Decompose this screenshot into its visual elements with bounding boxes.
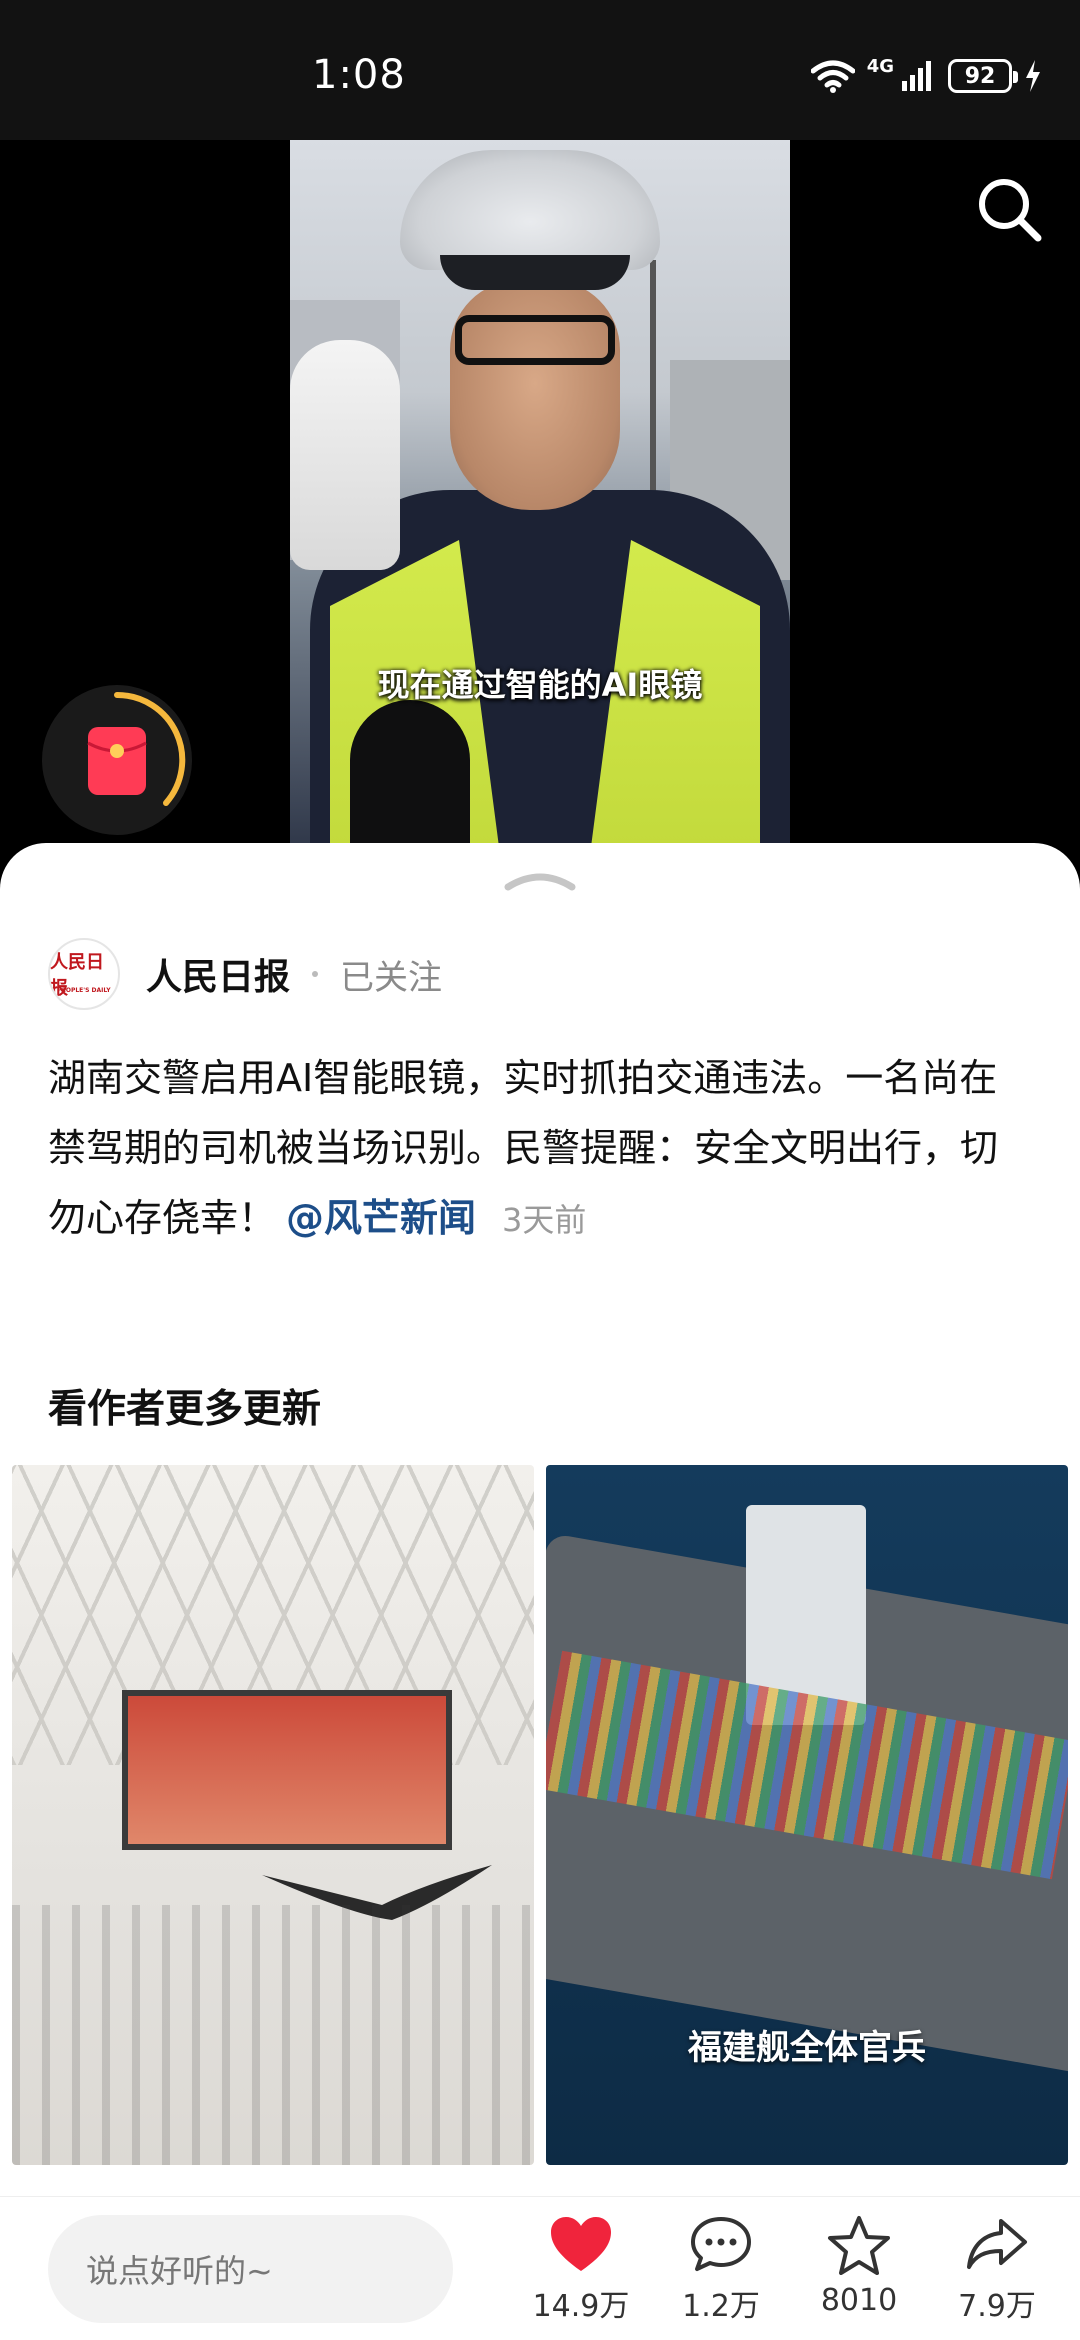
comment-button[interactable]: 1.2万 xyxy=(666,2215,776,2325)
favorite-count: 8010 xyxy=(820,2283,898,2318)
search-button[interactable] xyxy=(970,170,1050,250)
detail-sheet: 人民日报 PEOPLE'S DAILY 人民日报 已关注 湖南交警启用AI智能眼… xyxy=(0,843,1080,2340)
microphone xyxy=(350,700,470,860)
more-item-card[interactable] xyxy=(12,1465,534,2165)
status-bar: 1:08 4G 92 xyxy=(0,0,1080,140)
favorite-button[interactable]: 8010 xyxy=(804,2215,914,2318)
charging-icon xyxy=(1026,60,1040,92)
video-player[interactable]: 现在通过智能的AI眼镜 xyxy=(0,140,1080,860)
red-packet-icon xyxy=(87,691,186,806)
search-icon xyxy=(979,179,1042,242)
chevron-up-icon xyxy=(504,873,576,891)
battery-indicator: 92 xyxy=(948,59,1018,93)
signal-icon xyxy=(902,61,931,91)
battery-level: 92 xyxy=(964,63,996,89)
more-item-caption: 福建舰全体官兵 xyxy=(688,2028,926,2068)
wifi-icon xyxy=(810,60,855,93)
comment-input[interactable]: 说点好听的~ xyxy=(48,2215,453,2323)
officer-cap-visor xyxy=(440,255,630,290)
red-packet-button[interactable] xyxy=(42,685,192,835)
crowd-illustration xyxy=(12,1905,534,2165)
status-icons: 4G 92 xyxy=(810,55,1042,96)
star-icon xyxy=(828,2216,890,2275)
video-frame[interactable]: 现在通过智能的AI眼镜 xyxy=(290,140,790,860)
heart-icon xyxy=(551,2217,611,2271)
like-button[interactable]: 14.9万 xyxy=(526,2215,636,2325)
share-count: 7.9万 xyxy=(958,2289,1036,2324)
comment-icon xyxy=(691,2217,751,2271)
more-item-card[interactable]: 福建舰全体官兵 xyxy=(546,1465,1068,2165)
officer-cap xyxy=(400,150,660,270)
avatar-logo-subtext: PEOPLE'S DAILY xyxy=(57,987,111,994)
officer-glasses xyxy=(455,315,615,365)
follow-status[interactable]: 已关注 xyxy=(340,950,442,999)
officer-glove xyxy=(290,340,400,570)
author-row: 人民日报 PEOPLE'S DAILY 人民日报 已关注 xyxy=(48,938,442,1010)
comment-placeholder: 说点好听的~ xyxy=(86,2252,273,2290)
status-time: 1:08 xyxy=(312,52,406,98)
network-type-label: 4G xyxy=(866,55,894,77)
author-avatar[interactable]: 人民日报 PEOPLE'S DAILY xyxy=(48,938,120,1010)
station-billboard-illustration xyxy=(122,1690,452,1850)
bottom-action-bar: 说点好听的~ 14.9万 1.2万 8010 7.9万 xyxy=(0,2196,1080,2340)
video-caption: 现在通过智能的AI眼镜 xyxy=(377,666,703,704)
share-button[interactable]: 7.9万 xyxy=(942,2215,1052,2325)
comment-count: 1.2万 xyxy=(682,2289,760,2324)
share-icon xyxy=(967,2219,1027,2269)
mention-link[interactable]: @风芒新闻 xyxy=(286,1196,476,1240)
separator-dot xyxy=(312,971,319,977)
post-body: 湖南交警启用AI智能眼镜，实时抓拍交通违法。一名尚在禁驾期的司机被当场识别。民警… xyxy=(48,1043,1033,1255)
author-name[interactable]: 人民日报 xyxy=(146,948,290,1000)
like-count: 14.9万 xyxy=(532,2289,630,2324)
sheet-drag-handle[interactable] xyxy=(502,865,578,895)
screen: 1:08 4G 92 现在通过智能的AI眼镜 人民日报 PEOPLE'S DAI… xyxy=(0,0,1080,2340)
more-updates-title: 看作者更多更新 xyxy=(48,1387,322,1432)
post-time: 3天前 xyxy=(502,1201,587,1239)
